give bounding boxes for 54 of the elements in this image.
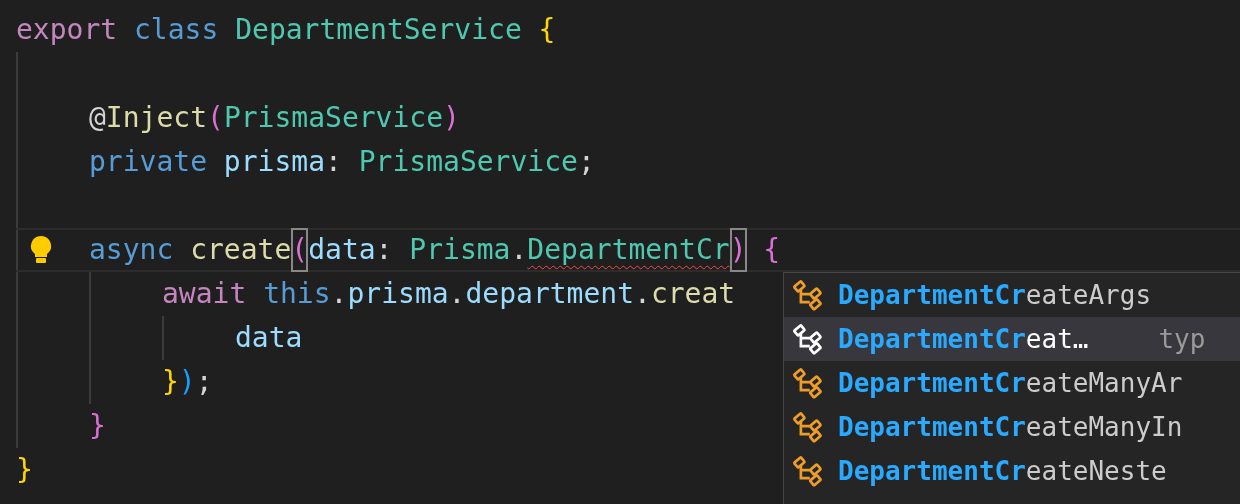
code-token: { (762, 232, 781, 268)
suggestion-item[interactable]: DepartmentCreateArgs (784, 273, 1240, 317)
suggestion-label: DepartmentCreateNeste (838, 456, 1167, 486)
code-token: Inject (105, 100, 207, 136)
suggestion-item[interactable]: DepartmentCreateManyAr (784, 361, 1240, 405)
code-token: class (133, 12, 219, 48)
code-token: Prisma (408, 232, 511, 268)
code-token: DepartmentService (234, 12, 522, 48)
suggestion-item[interactable]: DepartmentCreateNeste (784, 449, 1240, 493)
code-token: } (16, 452, 33, 488)
code-token: . (330, 276, 348, 312)
code-token: export (16, 12, 118, 48)
code-token: create (189, 232, 292, 268)
code-token: } (89, 408, 106, 444)
code-token: { (537, 12, 556, 48)
error-code-token: DepartmentCr (527, 232, 730, 268)
code-token: . (510, 232, 528, 268)
code-token: private (89, 144, 207, 180)
code-token: department (465, 276, 635, 312)
class-symbol-icon (792, 455, 824, 487)
suggestion-label: DepartmentCreateManyIn (838, 412, 1183, 442)
code-token: data (235, 320, 303, 356)
code-token: PrismaService (357, 144, 578, 180)
code-token: . (634, 276, 651, 312)
code-token: ; (577, 144, 595, 180)
suggestion-label: DepartmentCreateManyAr (838, 368, 1183, 398)
code-token: } (162, 364, 179, 400)
code-token: prisma (347, 276, 449, 312)
code-token: ( (207, 100, 224, 136)
suggestion-item[interactable]: DepartmentCreat… typ (784, 317, 1240, 361)
code-token: creat (650, 276, 736, 312)
code-token: ) (729, 228, 747, 272)
code-token: PrismaService (223, 100, 444, 136)
code-token: data (308, 232, 376, 268)
class-symbol-icon (792, 367, 824, 399)
code-token: ( (291, 228, 309, 272)
suggestion-label: DepartmentCreateArgs (838, 280, 1152, 310)
code-token: ) (443, 100, 460, 136)
code-token: : (325, 144, 342, 180)
code-token: : (375, 232, 393, 268)
suggestion-detail: typ (1158, 324, 1206, 354)
code-token: . (448, 276, 466, 312)
class-symbol-icon (792, 323, 824, 355)
suggestion-item[interactable]: DepartmentCreateManyIn (784, 405, 1240, 449)
code-token: async (89, 232, 174, 268)
suggestion-label: DepartmentCreat… (838, 324, 1089, 354)
class-symbol-icon (792, 411, 824, 443)
code-token: await (162, 276, 247, 312)
code-token: prisma (222, 144, 326, 180)
class-symbol-icon (792, 279, 824, 311)
code-token: ; (195, 364, 213, 400)
code-token: this (262, 276, 331, 312)
code-token: ) (178, 364, 196, 400)
code-token: @ (89, 100, 106, 136)
